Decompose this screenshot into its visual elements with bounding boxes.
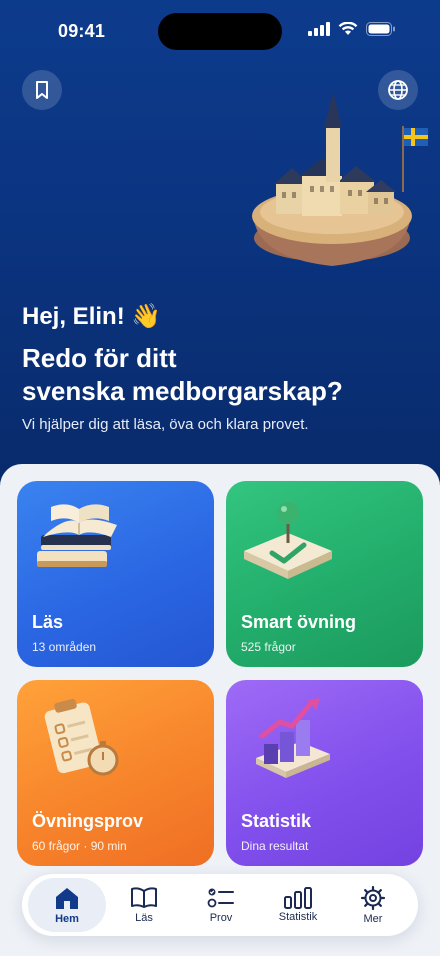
- status-icons: [308, 22, 396, 36]
- tab-label: Läs: [135, 912, 153, 924]
- signal-icon: [308, 22, 330, 36]
- bookmark-icon: [36, 81, 48, 99]
- clipboard-stopwatch-icon: [44, 698, 119, 776]
- chart-icon: [284, 887, 312, 909]
- pin-check-icon: [244, 502, 332, 579]
- tab-label: Mer: [363, 913, 383, 925]
- book-stack-icon: [37, 504, 117, 567]
- status-bar: 09:41: [0, 0, 440, 62]
- greeting-text: Hej, Elin! 👋: [22, 303, 162, 330]
- tab-prov[interactable]: Prov: [182, 878, 260, 932]
- card-subtitle: 525 frågor: [241, 640, 296, 654]
- bottom-tab-bar: Hem Läs Prov Statistik Mer: [22, 874, 418, 936]
- battery-icon: [366, 22, 395, 36]
- card-ovningsprov[interactable]: Övningsprov 60 frågor · 90 min: [17, 680, 214, 866]
- tab-las[interactable]: Läs: [105, 878, 183, 932]
- tab-mer[interactable]: Mer: [334, 878, 412, 932]
- stockholm-island-illustration: [252, 92, 428, 266]
- dynamic-island: [158, 13, 282, 50]
- tab-hem[interactable]: Hem: [28, 878, 106, 932]
- headline-text: Redo för ditt svenska medborgarskap?: [22, 342, 422, 408]
- card-title: Läs: [32, 612, 64, 632]
- bookmark-button[interactable]: [22, 70, 62, 110]
- tab-statistik[interactable]: Statistik: [259, 878, 337, 932]
- card-subtitle: Dina resultat: [241, 839, 309, 853]
- card-statistik[interactable]: Statistik Dina resultat: [226, 680, 423, 866]
- card-title: Statistik: [241, 811, 312, 831]
- card-subtitle: 13 områden: [32, 640, 97, 654]
- wifi-icon: [338, 22, 358, 35]
- gear-icon: [360, 885, 386, 911]
- headline-line-2: svenska medborgarskap?: [22, 376, 343, 406]
- card-subtitle: 60 frågor · 90 min: [32, 839, 127, 853]
- card-title: Övningsprov: [32, 811, 144, 831]
- hero-section: 09:41 Hej, Elin! 👋 Redo för ditt svenska…: [0, 0, 440, 500]
- hero-subtext: Vi hjälper dig att läsa, öva och klara p…: [22, 416, 309, 433]
- tab-label: Hem: [55, 913, 79, 925]
- bar-chart-icon: [256, 698, 330, 778]
- card-title: Smart övning: [241, 612, 357, 632]
- card-smart-ovning[interactable]: Smart övning 525 frågor: [226, 481, 423, 667]
- tab-label: Prov: [209, 912, 233, 924]
- status-time: 09:41: [58, 21, 106, 41]
- headline-line-1: Redo för ditt: [22, 343, 177, 373]
- home-icon: [56, 888, 78, 909]
- book-icon: [131, 887, 157, 908]
- card-las[interactable]: Läs 13 områden: [17, 481, 214, 667]
- tab-label: Statistik: [278, 911, 318, 923]
- checklist-icon: [207, 888, 234, 908]
